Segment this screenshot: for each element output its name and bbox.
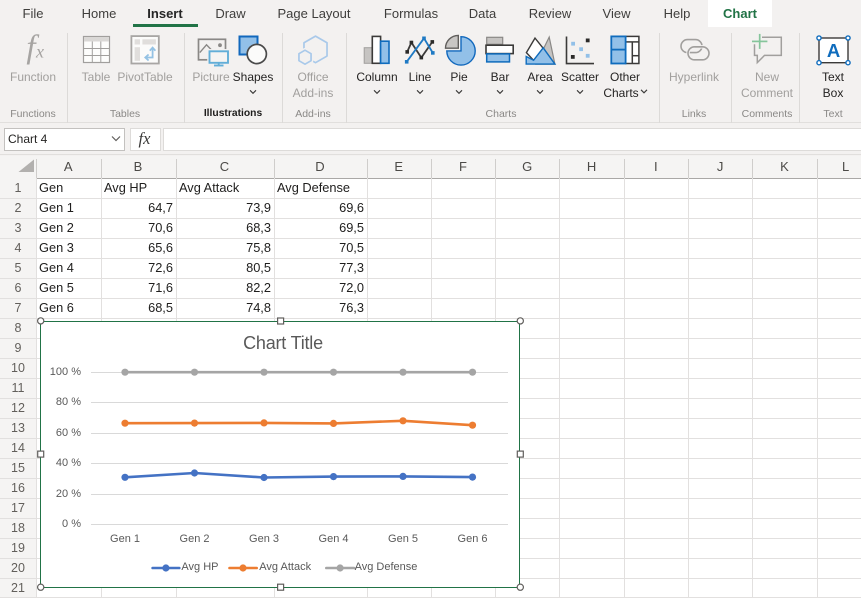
svg-text:A: A xyxy=(827,40,840,61)
svg-text:x: x xyxy=(35,42,44,62)
